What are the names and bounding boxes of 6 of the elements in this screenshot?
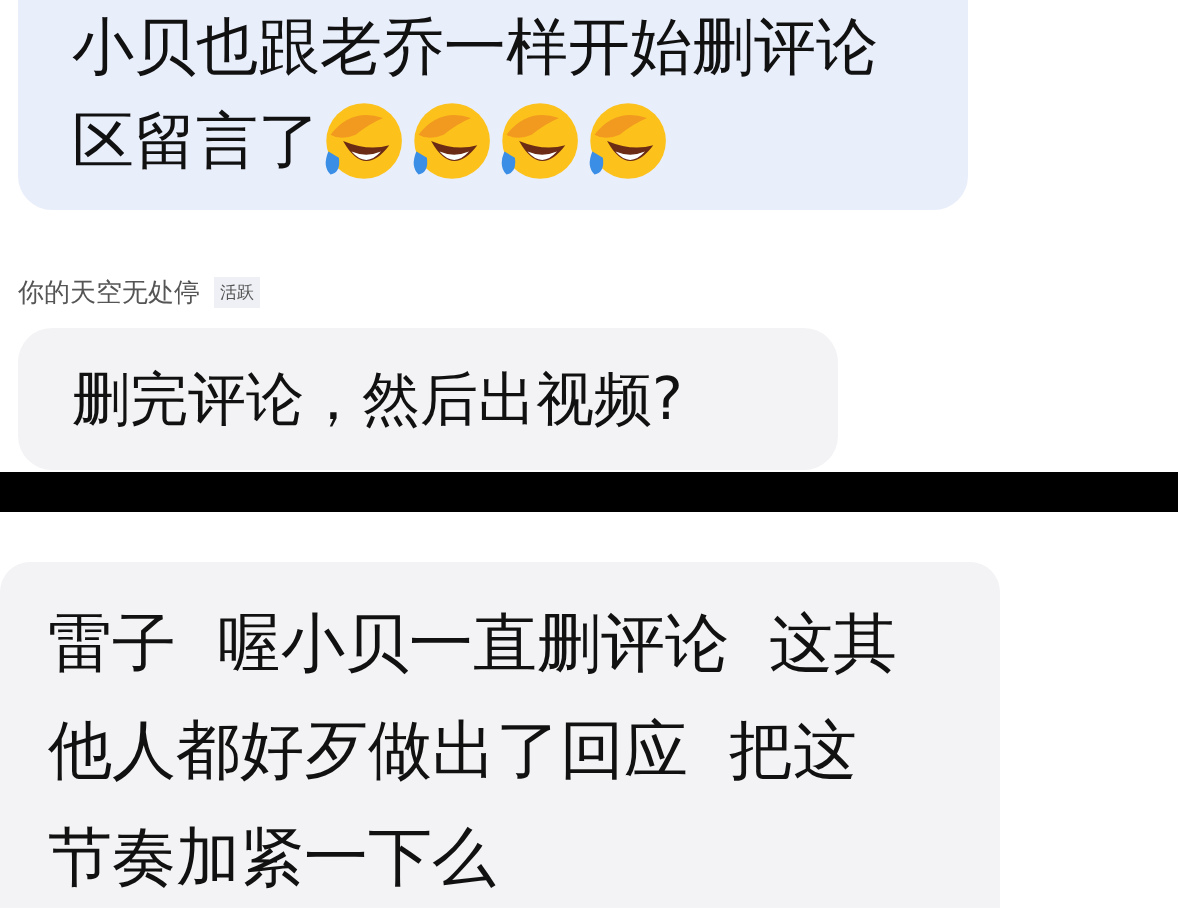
comment-text: 区留言了 — [72, 103, 320, 179]
comment-text: 雷子 喔小贝一直删评论 这其他人都好歹做出了回应 把这节奏加紧一下么 — [48, 606, 898, 894]
comment-text: 删完评论，然后出视频? — [72, 365, 683, 433]
comment-text: 小贝也跟老乔一样开始删评论 — [72, 9, 878, 85]
username[interactable]: 你的天空无处停 — [18, 274, 200, 310]
activity-badge: 活跃 — [214, 276, 260, 308]
